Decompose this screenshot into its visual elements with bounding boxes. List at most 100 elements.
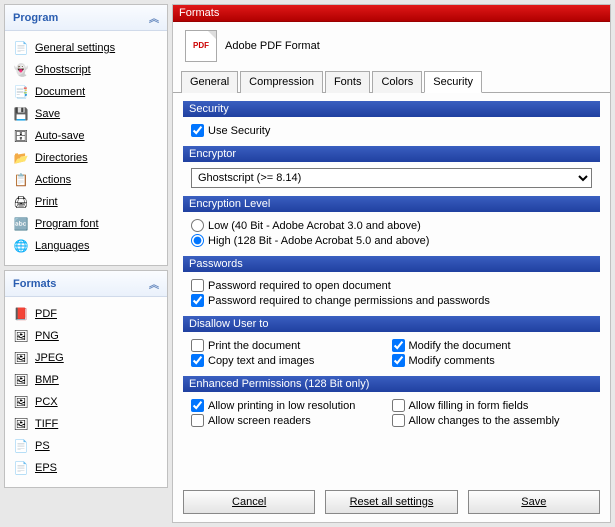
formats-header[interactable]: Formats ︽ xyxy=(5,271,167,297)
general-settings-icon: 📄 xyxy=(13,40,29,56)
sidebar-item-tiff[interactable]: 🖼TIFF xyxy=(13,413,159,435)
disallow-modify-row[interactable]: Modify the document xyxy=(392,338,593,353)
disallow-copy-row[interactable]: Copy text and images xyxy=(191,353,392,368)
program-panel: Program ︽ 📄 General settings 👻 Ghostscript 📑… xyxy=(4,4,168,266)
disallow-copy-checkbox[interactable] xyxy=(191,354,204,367)
sidebar-item-bmp[interactable]: 🖼 BMP xyxy=(13,369,159,391)
sidebar-item-label: General settings xyxy=(35,42,115,54)
sidebar-item-label: Actions xyxy=(35,174,71,186)
disallow-modify-checkbox[interactable] xyxy=(392,339,405,352)
disallow-print-checkbox[interactable] xyxy=(191,339,204,352)
pw-open-checkbox[interactable] xyxy=(191,279,204,292)
sidebar-item-pdf[interactable]: 📕 PDF xyxy=(13,303,159,325)
sidebar-item-print[interactable]: 🖨Print xyxy=(13,191,159,213)
pw-change-row[interactable]: Password required to change permissions … xyxy=(191,293,592,308)
sidebar-item-languages[interactable]: 🌐 Languages xyxy=(13,235,159,257)
jpeg-icon: 🖼 xyxy=(13,350,29,366)
sidebar-item-auto-save[interactable]: 🗄 Auto-save xyxy=(13,125,159,147)
cancel-button[interactable]: Cancel xyxy=(183,490,315,514)
sidebar-item-label: Ghostscript xyxy=(35,64,91,76)
sidebar-item-program-font[interactable]: 🔤Program font xyxy=(13,213,159,235)
formats-panel: Formats ︽ 📕PDF🖼PNG🖼JPEG🖼BMP🖼PCX🖼TIFF📄PS📄… xyxy=(4,270,168,488)
enh-lowres-checkbox[interactable] xyxy=(191,399,204,412)
eps-icon: 📄 xyxy=(13,460,29,476)
disallow-print-row[interactable]: Print the document xyxy=(191,338,392,353)
enh-screen-row[interactable]: Allow screen readers xyxy=(191,413,392,428)
save-button[interactable]: Save xyxy=(468,490,600,514)
main-panel: Formats PDF Adobe PDF Format GeneralComp… xyxy=(172,4,611,523)
program-font-icon: 🔤 xyxy=(13,216,29,232)
ps-icon: 📄 xyxy=(13,438,29,454)
sidebar-item-label: TIFF xyxy=(35,418,58,430)
disallow-header: Disallow User to xyxy=(183,316,600,332)
sidebar-item-label: EPS xyxy=(35,462,57,474)
document-icon: 📑 xyxy=(13,84,29,100)
collapse-icon[interactable]: ︽ xyxy=(149,10,159,25)
sidebar-item-document[interactable]: 📑 Document xyxy=(13,81,159,103)
sidebar-item-ghostscript[interactable]: 👻 Ghostscript xyxy=(13,59,159,81)
enc-high-radio[interactable] xyxy=(191,234,204,247)
enhanced-header: Enhanced Permissions (128 Bit only) xyxy=(183,376,600,392)
ghostscript-icon: 👻 xyxy=(13,62,29,78)
tab-security[interactable]: Security xyxy=(424,71,482,93)
sidebar-item-jpeg[interactable]: 🖼 JPEG xyxy=(13,347,159,369)
pw-open-row[interactable]: Password required to open document xyxy=(191,278,592,293)
disallow-comments-checkbox[interactable] xyxy=(392,354,405,367)
sidebar-item-label: BMP xyxy=(35,374,59,386)
enh-form-checkbox[interactable] xyxy=(392,399,405,412)
sidebar-item-ps[interactable]: 📄 PS xyxy=(13,435,159,457)
enc-low-radio[interactable] xyxy=(191,219,204,232)
enc-low-row[interactable]: Low (40 Bit - Adobe Acrobat 3.0 and abov… xyxy=(191,218,592,233)
sidebar-item-eps[interactable]: 📄 EPS xyxy=(13,457,159,479)
enh-screen-checkbox[interactable] xyxy=(191,414,204,427)
use-security-checkbox[interactable] xyxy=(191,124,204,137)
enh-assembly-row[interactable]: Allow changes to the assembly xyxy=(392,413,593,428)
sidebar-item-png[interactable]: 🖼 PNG xyxy=(13,325,159,347)
reset-button[interactable]: Reset all settings xyxy=(325,490,457,514)
actions-icon: 📋 xyxy=(13,172,29,188)
tab-compression[interactable]: Compression xyxy=(240,71,323,93)
sidebar-item-label: JPEG xyxy=(35,352,64,364)
enh-assembly-checkbox[interactable] xyxy=(392,414,405,427)
passwords-header: Passwords xyxy=(183,256,600,272)
enh-form-row[interactable]: Allow filling in form fields xyxy=(392,398,593,413)
tab-fonts[interactable]: Fonts xyxy=(325,71,371,93)
sidebar-item-label: PNG xyxy=(35,330,59,342)
encryptor-header: Encryptor xyxy=(183,146,600,162)
sidebar-item-directories[interactable]: 📂 Directories xyxy=(13,147,159,169)
encryptor-select[interactable]: Ghostscript (>= 8.14) xyxy=(191,168,592,188)
sidebar-item-label: Auto-save xyxy=(35,130,85,142)
pcx-icon: 🖼 xyxy=(13,394,29,410)
sidebar-item-label: Directories xyxy=(35,152,88,164)
enh-lowres-row[interactable]: Allow printing in low resolution xyxy=(191,398,392,413)
sidebar-item-label: PDF xyxy=(35,308,57,320)
save-icon: 💾 xyxy=(13,106,29,122)
sidebar-item-label: Languages xyxy=(35,240,89,252)
sidebar-item-pcx[interactable]: 🖼PCX xyxy=(13,391,159,413)
encryption-level-header: Encryption Level xyxy=(183,196,600,212)
languages-icon: 🌐 xyxy=(13,238,29,254)
pdf-icon: 📕 xyxy=(13,306,29,322)
sidebar-item-label: Document xyxy=(35,86,85,98)
disallow-comments-row[interactable]: Modify comments xyxy=(392,353,593,368)
collapse-icon[interactable]: ︽ xyxy=(149,276,159,291)
sidebar-item-general-settings[interactable]: 📄 General settings xyxy=(13,37,159,59)
tab-colors[interactable]: Colors xyxy=(372,71,422,93)
formats-title: Formats xyxy=(13,278,56,290)
print-icon: 🖨 xyxy=(13,194,29,210)
bmp-icon: 🖼 xyxy=(13,372,29,388)
sidebar-item-save[interactable]: 💾Save xyxy=(13,103,159,125)
program-title: Program xyxy=(13,12,58,24)
directories-icon: 📂 xyxy=(13,150,29,166)
sidebar-item-actions[interactable]: 📋 Actions xyxy=(13,169,159,191)
main-title: Formats xyxy=(173,5,610,22)
pdf-format-icon: PDF xyxy=(185,30,217,62)
sidebar-item-label: PS xyxy=(35,440,50,452)
program-header[interactable]: Program ︽ xyxy=(5,5,167,31)
auto-save-icon: 🗄 xyxy=(13,128,29,144)
enc-high-row[interactable]: High (128 Bit - Adobe Acrobat 5.0 and ab… xyxy=(191,233,592,248)
use-security-row[interactable]: Use Security xyxy=(191,123,592,138)
tab-general[interactable]: General xyxy=(181,71,238,93)
pw-change-checkbox[interactable] xyxy=(191,294,204,307)
png-icon: 🖼 xyxy=(13,328,29,344)
